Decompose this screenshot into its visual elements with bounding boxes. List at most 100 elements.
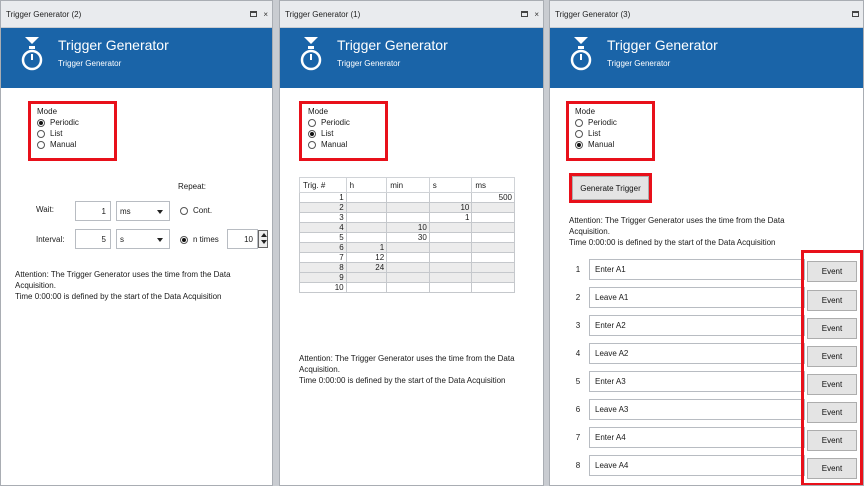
radio-icon[interactable] — [180, 235, 188, 244]
panel-list: Trigger Generator (1) × Trigger Generato… — [279, 0, 544, 486]
table-row[interactable]: 7 12 — [299, 252, 515, 263]
spin-down-icon[interactable] — [259, 239, 267, 247]
repeat-radio-cont[interactable]: Cont. — [180, 205, 212, 216]
mode-radio-list[interactable]: List — [37, 128, 110, 139]
event-list: 1 Enter A1 2 Leave A1 3 Enter A2 4 Leave A2 … — [573, 259, 805, 485]
stopwatch-icon — [570, 37, 592, 71]
chevron-down-icon — [157, 210, 163, 214]
event-button[interactable]: Event — [807, 346, 857, 367]
table-row[interactable]: 2 10 — [299, 202, 515, 213]
event-button[interactable]: Event — [807, 402, 857, 423]
header-title: Trigger Generator — [58, 37, 169, 53]
radio-icon[interactable] — [575, 118, 583, 127]
attention-text: Attention: The Trigger Generator uses th… — [15, 270, 231, 301]
event-name-input[interactable]: Leave A2 — [589, 343, 805, 364]
ntimes-spinner[interactable] — [258, 230, 268, 248]
col-header: h — [345, 177, 388, 193]
col-header: ms — [471, 177, 515, 193]
interval-unit-select[interactable]: s — [116, 229, 170, 249]
header-title: Trigger Generator — [607, 37, 718, 53]
window-titlebar: Trigger Generator (3) — [550, 1, 863, 28]
mode-radio-manual[interactable]: Manual — [575, 139, 648, 150]
ntimes-input[interactable]: 10 — [227, 229, 258, 249]
window-title: Trigger Generator (2) — [6, 9, 82, 19]
app-header: Trigger Generator Trigger Generator — [1, 28, 272, 88]
event-name-input[interactable]: Leave A3 — [589, 399, 805, 420]
mode-group: Mode Periodic List Manual — [28, 101, 117, 161]
restore-icon[interactable] — [521, 11, 529, 17]
radio-icon[interactable] — [37, 118, 45, 127]
event-button[interactable]: Event — [807, 318, 857, 339]
window-title: Trigger Generator (3) — [555, 9, 631, 19]
mode-radio-manual[interactable]: Manual — [37, 139, 110, 150]
chevron-down-icon — [157, 238, 163, 242]
event-button[interactable]: Event — [807, 290, 857, 311]
mode-radio-periodic[interactable]: Periodic — [37, 117, 110, 128]
event-button[interactable]: Event — [807, 261, 857, 282]
spin-up-icon[interactable] — [259, 231, 267, 239]
event-name-input[interactable]: Enter A4 — [589, 427, 805, 448]
generate-trigger-button[interactable]: Generate Trigger — [572, 176, 649, 200]
mode-group: Mode Periodic List Manual — [566, 101, 655, 161]
mode-radio-list[interactable]: List — [308, 128, 381, 139]
mode-radio-periodic[interactable]: Periodic — [575, 117, 648, 128]
interval-label: Interval: — [36, 235, 65, 244]
stopwatch-icon — [21, 37, 43, 71]
close-icon[interactable]: × — [263, 10, 268, 19]
mode-radio-list[interactable]: List — [575, 128, 648, 139]
table-row[interactable]: 5 30 — [299, 232, 515, 243]
table-row[interactable]: 9 — [299, 272, 515, 283]
radio-icon[interactable] — [308, 118, 316, 127]
event-name-input[interactable]: Enter A1 — [589, 259, 805, 280]
mode-radio-manual[interactable]: Manual — [308, 139, 381, 150]
radio-icon[interactable] — [575, 140, 583, 149]
radio-icon[interactable] — [308, 129, 316, 138]
event-name-input[interactable]: Enter A2 — [589, 315, 805, 336]
wait-unit-select[interactable]: ms — [116, 201, 170, 221]
table-row[interactable]: 31 — [299, 212, 515, 223]
attention-text: Attention: The Trigger Generator uses th… — [299, 354, 515, 385]
panel-manual: Trigger Generator (3) Trigger Generator … — [549, 0, 864, 486]
panel-periodic: Trigger Generator (2) × Trigger Generato… — [0, 0, 273, 486]
table-header-row: Trig. # h min s ms — [299, 177, 515, 193]
trigger-table[interactable]: Trig. # h min s ms 1 500 2 10 31 4 10 5 30 6… — [299, 177, 515, 293]
header-subtitle: Trigger Generator — [607, 59, 671, 68]
window-titlebar: Trigger Generator (2) × — [1, 1, 272, 28]
mode-label: Mode — [308, 107, 329, 116]
window-title: Trigger Generator (1) — [285, 9, 361, 19]
event-button[interactable]: Event — [807, 430, 857, 451]
wait-input[interactable]: 1 — [75, 201, 111, 221]
table-row[interactable]: 10 — [299, 282, 515, 293]
mode-radio-periodic[interactable]: Periodic — [308, 117, 381, 128]
repeat-radio-ntimes[interactable]: n times — [180, 234, 219, 245]
radio-icon[interactable] — [37, 129, 45, 138]
event-name-input[interactable]: Leave A4 — [589, 455, 805, 476]
header-subtitle: Trigger Generator — [337, 59, 401, 68]
table-row[interactable]: 61 — [299, 242, 515, 253]
wait-label: Wait: — [36, 205, 54, 214]
restore-icon[interactable] — [852, 11, 859, 17]
restore-icon[interactable] — [250, 11, 258, 17]
close-icon[interactable]: × — [534, 10, 539, 19]
header-title: Trigger Generator — [337, 37, 448, 53]
radio-icon[interactable] — [180, 206, 188, 215]
radio-icon[interactable] — [308, 140, 316, 149]
mode-label: Mode — [37, 107, 58, 116]
table-row[interactable]: 1 500 — [299, 192, 515, 203]
event-button[interactable]: Event — [807, 458, 857, 479]
mode-label: Mode — [575, 107, 596, 116]
col-header: Trig. # — [299, 177, 347, 193]
col-header: s — [428, 177, 473, 193]
event-button[interactable]: Event — [807, 374, 857, 395]
event-name-input[interactable]: Leave A1 — [589, 287, 805, 308]
generate-trigger-highlight: Generate Trigger — [569, 173, 652, 203]
app-header: Trigger Generator Trigger Generator — [550, 28, 863, 88]
table-row[interactable]: 4 10 — [299, 222, 515, 233]
interval-input[interactable]: 5 — [75, 229, 111, 249]
radio-icon[interactable] — [575, 129, 583, 138]
radio-icon[interactable] — [37, 140, 45, 149]
event-buttons-highlight: Event Event Event Event Event Event Even… — [801, 250, 863, 485]
stopwatch-icon — [300, 37, 322, 71]
table-row[interactable]: 8 24 — [299, 262, 515, 273]
event-name-input[interactable]: Enter A3 — [589, 371, 805, 392]
